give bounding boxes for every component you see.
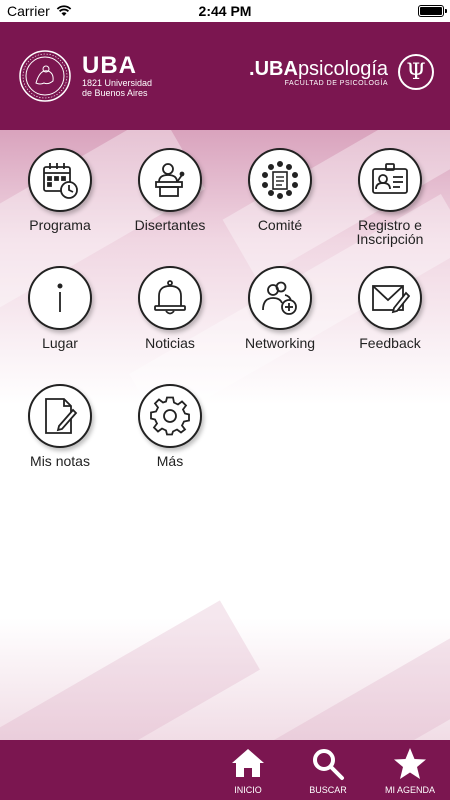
tab-mi-agenda[interactable]: MI AGENDA: [380, 746, 440, 795]
bottom-tab-bar: INICIO BUSCAR MI AGENDA: [0, 740, 450, 800]
menu-label: Mis notas: [30, 453, 90, 469]
menu-circle[interactable]: [358, 148, 422, 212]
uba-subtitle-2: de Buenos Aires: [82, 88, 148, 98]
networking-icon: [262, 281, 297, 315]
gear-icon: [150, 396, 190, 436]
tab-label: BUSCAR: [309, 785, 347, 795]
id-card-icon: [372, 163, 408, 194]
status-time: 2:44 PM: [198, 3, 252, 19]
speaker-icon: [155, 163, 185, 197]
tab-label: MI AGENDA: [384, 785, 435, 795]
psico-subtitle: FACULTAD DE PSICOLOGÍA: [284, 79, 388, 87]
menu-label: Comité: [257, 217, 303, 233]
menu-item-comite[interactable]: Comité: [225, 148, 335, 248]
menu-circle[interactable]: [138, 148, 202, 212]
menu-item-feedback[interactable]: Feedback: [335, 266, 445, 366]
home-icon: [232, 749, 264, 777]
status-bar: Carrier 2:44 PM: [0, 0, 450, 22]
uba-seal-icon: [19, 50, 71, 102]
menu-item-noticias[interactable]: Noticias: [115, 266, 225, 366]
app-header: UBA 1821 Universidad de Buenos Aires .UB…: [0, 22, 450, 130]
psi-icon: Ψ: [398, 54, 434, 90]
menu-circle[interactable]: [138, 266, 202, 330]
tab-label: INICIO: [234, 785, 262, 795]
menu-label: Networking: [244, 335, 316, 351]
menu-label: Noticias: [145, 335, 195, 351]
tab-inicio[interactable]: INICIO: [218, 746, 278, 795]
menu-item-programa[interactable]: Programa: [5, 148, 115, 248]
menu-circle[interactable]: [248, 148, 312, 212]
menu-item-lugar[interactable]: Lugar: [5, 266, 115, 366]
uba-brand: UBA: [82, 52, 137, 79]
menu-circle[interactable]: [138, 384, 202, 448]
menu-label: Feedback: [359, 335, 421, 351]
battery-icon: [418, 5, 447, 17]
notes-icon: [45, 398, 78, 434]
envelope-icon: [372, 285, 410, 314]
tab-buscar[interactable]: BUSCAR: [298, 746, 358, 795]
menu-circle[interactable]: [28, 266, 92, 330]
menu-circle[interactable]: [28, 148, 92, 212]
search-icon: [313, 749, 344, 780]
psicologia-logo: .UBApsicología FACULTAD DE PSICOLOGÍA Ψ: [249, 54, 434, 90]
menu-circle[interactable]: [358, 266, 422, 330]
menu-item-disertantes[interactable]: Disertantes: [115, 148, 225, 248]
uba-logo: UBA 1821 Universidad de Buenos Aires: [18, 49, 152, 103]
menu-label: Disertantes: [134, 217, 206, 233]
uba-subtitle-1: 1821 Universidad: [82, 78, 153, 88]
committee-icon: [262, 161, 298, 199]
info-icon: [57, 283, 63, 312]
psico-brand: psicología: [297, 57, 388, 80]
main-content: Programa Disertantes Comité Registro e I…: [0, 130, 450, 740]
menu-circle[interactable]: [248, 266, 312, 330]
menu-item-registro[interactable]: Registro e Inscripción: [335, 148, 445, 248]
psico-brand-bold: .UBA: [249, 57, 298, 80]
bell-icon: [154, 280, 186, 315]
menu-label: Programa: [29, 217, 91, 233]
calendar-icon: [43, 163, 78, 199]
menu-circle[interactable]: [28, 384, 92, 448]
menu-item-networking[interactable]: Networking: [225, 266, 335, 366]
menu-label: Lugar: [42, 335, 78, 351]
star-icon: [394, 748, 426, 779]
menu-grid: Programa Disertantes Comité Registro e I…: [0, 148, 450, 484]
menu-item-mas[interactable]: Más: [115, 384, 225, 484]
menu-label: Más: [156, 453, 184, 469]
menu-item-mis-notas[interactable]: Mis notas: [5, 384, 115, 484]
menu-label: Registro e Inscripción: [356, 217, 424, 247]
